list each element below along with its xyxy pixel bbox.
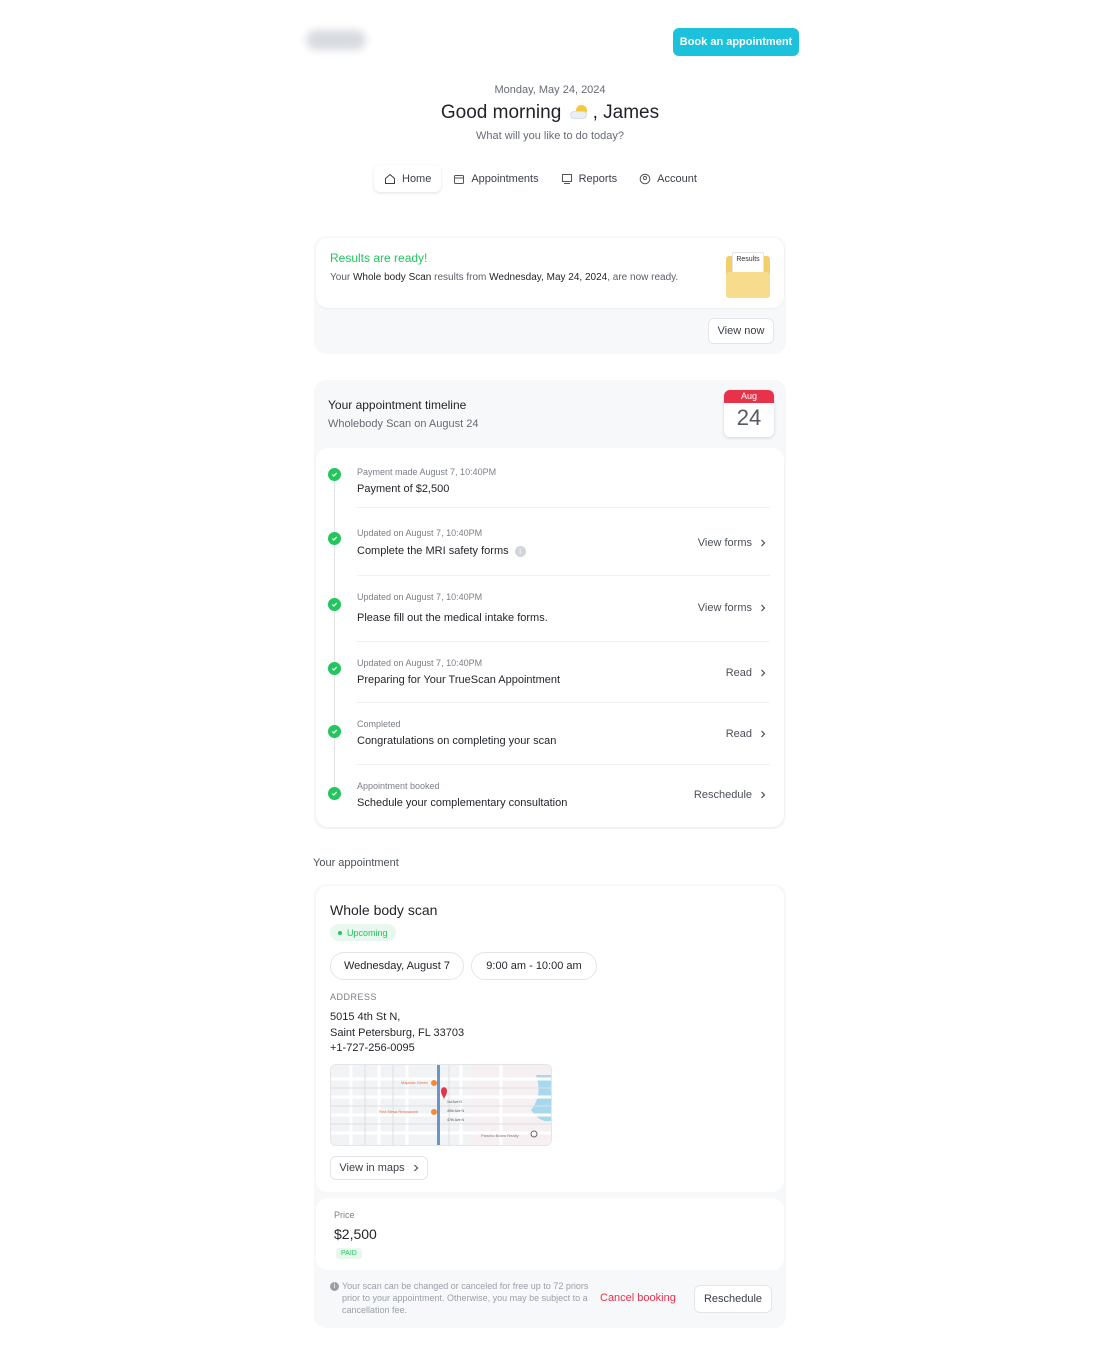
price-label: Price xyxy=(334,1210,355,1220)
step-title: Payment of $2,500 xyxy=(357,483,450,495)
check-circle-icon xyxy=(328,787,341,800)
map-label: 1st Ave N xyxy=(447,1100,462,1104)
address-line-2: Saint Petersburg, FL 33703 xyxy=(330,1027,465,1039)
step-title: Congratulations on completing your scan xyxy=(357,735,557,747)
time-pill: 9:00 am - 10:00 am xyxy=(471,952,597,980)
tab-label: Appointments xyxy=(471,172,539,185)
map-label: Majestic Green xyxy=(401,1080,428,1085)
chevron-right-icon xyxy=(413,1164,418,1172)
map-label: Red Mesa Restaurant xyxy=(379,1109,419,1114)
view-now-button[interactable]: View now xyxy=(708,318,774,344)
date-pill: Wednesday, August 7 xyxy=(330,952,464,980)
calendar-badge-icon: Aug 24 xyxy=(724,390,774,437)
phone-number: +1-727-256-0095 xyxy=(330,1042,415,1054)
timeline-step-mri-forms: Updated on August 7, 10:40PM Complete th… xyxy=(316,510,784,576)
step-meta: Updated on August 7, 10:40PM xyxy=(357,658,483,668)
calendar-month: Aug xyxy=(724,390,774,403)
step-meta: Payment made August 7, 10:40PM xyxy=(357,467,497,477)
info-icon[interactable]: i xyxy=(514,545,526,557)
tab-home[interactable]: Home xyxy=(374,165,442,192)
timeline-subtitle: Wholebody Scan on August 24 xyxy=(328,418,479,430)
chevron-right-icon xyxy=(761,730,766,738)
view-in-maps-button[interactable]: View in maps xyxy=(330,1156,428,1180)
partly-sunny-icon xyxy=(569,104,591,122)
map-label: 47th Ave N xyxy=(447,1118,465,1122)
results-folder-icon: Results xyxy=(724,252,772,300)
greeting-prefix: Good morning xyxy=(440,102,562,123)
cancel-booking-button[interactable]: Cancel booking xyxy=(600,1292,676,1304)
home-icon xyxy=(385,173,395,184)
results-title: Results are ready! xyxy=(330,251,428,265)
timeline-step-preparing: Updated on August 7, 10:40PM Preparing f… xyxy=(316,642,784,703)
report-icon xyxy=(561,173,572,184)
tab-label: Home xyxy=(402,172,432,185)
location-map[interactable]: Majestic Green Red Mesa Restaurant Panch… xyxy=(330,1064,552,1146)
check-circle-icon xyxy=(328,725,341,738)
chevron-right-icon xyxy=(761,669,766,677)
reschedule-button[interactable]: Reschedule xyxy=(694,1285,772,1313)
check-circle-icon xyxy=(328,468,341,481)
greeting-subtitle: What will you like to do today? xyxy=(476,130,624,142)
appointment-title: Whole body scan xyxy=(330,902,438,918)
view-forms-link[interactable]: View forms xyxy=(698,537,766,549)
chevron-right-icon xyxy=(761,791,766,799)
price-value: $2,500 xyxy=(334,1226,377,1242)
step-title: Schedule your complementary consultation xyxy=(357,797,568,809)
step-title: Please fill out the medical intake forms… xyxy=(357,612,548,624)
calendar-icon xyxy=(454,174,465,184)
info-icon: i xyxy=(330,1282,339,1291)
view-forms-link[interactable]: View forms xyxy=(698,602,766,614)
price-panel: Price $2,500 PAID xyxy=(316,1198,784,1270)
map-label: Pancho Bravo Realty xyxy=(481,1133,519,1138)
step-title: Preparing for Your TrueScan Appointment xyxy=(357,674,561,686)
check-circle-icon xyxy=(328,532,341,545)
timeline-list: Payment made August 7, 10:40PM Payment o… xyxy=(316,448,784,827)
greeting-name: , James xyxy=(592,102,660,123)
logo xyxy=(306,30,366,50)
check-circle-icon xyxy=(328,662,341,675)
appointment-timeline-card: Your appointment timeline Wholebody Scan… xyxy=(314,380,786,829)
book-appointment-button[interactable]: Book an appointment xyxy=(673,28,799,56)
calendar-day: 24 xyxy=(736,405,762,430)
results-card: Results are ready! Your Whole body Scan … xyxy=(314,236,786,354)
address-line-1: 5015 4th St N, xyxy=(330,1011,401,1023)
current-date: Monday, May 24, 2024 xyxy=(494,84,606,96)
check-circle-icon xyxy=(328,598,341,611)
tab-label: Account xyxy=(657,172,697,185)
tab-label: Reports xyxy=(578,172,618,185)
main-tabs: Home Appointments Reports Account xyxy=(374,163,707,194)
appointment-details: Whole body scan Upcoming Wednesday, Augu… xyxy=(316,886,784,1192)
map-label: 49th Ave N xyxy=(447,1109,465,1113)
step-meta: Appointment booked xyxy=(357,781,440,791)
chevron-right-icon xyxy=(761,539,766,547)
reschedule-link[interactable]: Reschedule xyxy=(694,789,766,801)
step-meta: Updated on August 7, 10:40PM xyxy=(357,528,483,538)
step-title: Complete the MRI safety forms i xyxy=(357,545,526,557)
read-link[interactable]: Read xyxy=(726,667,766,679)
paid-badge: PAID xyxy=(336,1248,362,1259)
step-meta: Updated on August 7, 10:40PM xyxy=(357,592,483,602)
tab-appointments[interactable]: Appointments xyxy=(443,165,548,192)
cancellation-note: Your scan can be changed or canceled for… xyxy=(342,1281,589,1315)
greeting: Good morning , James xyxy=(0,102,1100,124)
status-badge: Upcoming xyxy=(330,924,396,941)
results-panel: Results are ready! Your Whole body Scan … xyxy=(316,238,784,308)
step-meta: Completed xyxy=(357,719,401,729)
section-title: Your appointment xyxy=(313,857,399,869)
read-link[interactable]: Read xyxy=(726,728,766,740)
tab-reports[interactable]: Reports xyxy=(551,165,628,192)
address-label: ADDRESS xyxy=(330,992,378,1002)
timeline-step-booked: Appointment booked Schedule your complem… xyxy=(316,765,784,827)
timeline-step-payment: Payment made August 7, 10:40PM Payment o… xyxy=(316,448,784,508)
timeline-step-intake-forms: Updated on August 7, 10:40PM Please fill… xyxy=(316,576,784,642)
timeline-step-completed: Completed Congratulations on completing … xyxy=(316,703,784,765)
account-icon xyxy=(639,173,651,184)
tab-account[interactable]: Account xyxy=(629,165,707,192)
divider xyxy=(357,507,770,508)
timeline-title: Your appointment timeline xyxy=(328,398,467,412)
appointment-card: Whole body scan Upcoming Wednesday, Augu… xyxy=(314,884,786,1328)
results-text: Your Whole body Scan results from Wednes… xyxy=(330,272,679,283)
chevron-right-icon xyxy=(761,604,766,612)
